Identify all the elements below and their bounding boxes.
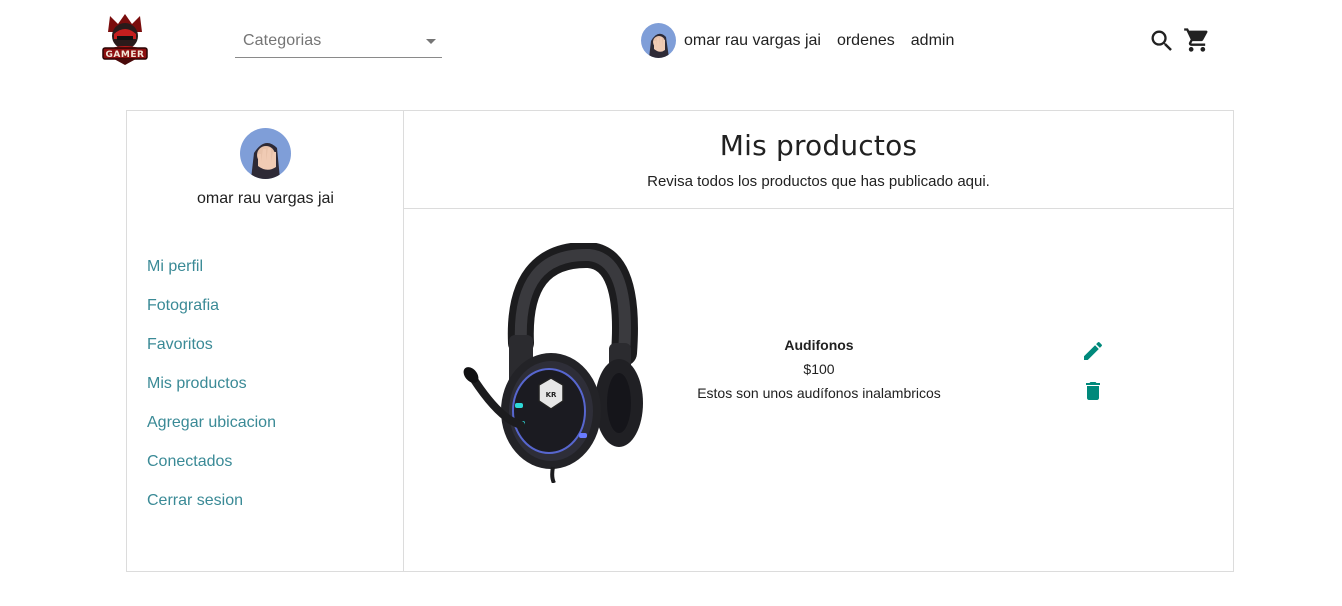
category-select-placeholder: Categorias xyxy=(243,32,322,49)
trash-icon[interactable] xyxy=(1081,379,1105,403)
search-icon[interactable] xyxy=(1148,27,1176,55)
sidebar: omar rau vargas jai Mi perfil Fotografia… xyxy=(127,111,404,571)
main-content: Mis productos Revisa todos los productos… xyxy=(404,111,1233,571)
avatar[interactable] xyxy=(641,23,676,58)
product-price: $100 xyxy=(803,361,835,377)
sidebar-item-conectados[interactable]: Conectados xyxy=(147,451,276,490)
sidebar-item-favoritos[interactable]: Favoritos xyxy=(147,334,276,373)
product-info: Audifonos $100 Estos son unos audífonos … xyxy=(634,337,1004,401)
product-description: Estos son unos audífonos inalambricos xyxy=(697,385,941,401)
product-image: KR xyxy=(459,241,649,484)
category-select[interactable]: Categorias xyxy=(235,26,442,58)
pencil-icon[interactable] xyxy=(1081,339,1105,363)
page-title: Mis productos xyxy=(719,129,918,162)
sidebar-item-agregar-ubicacion[interactable]: Agregar ubicacion xyxy=(147,412,276,451)
admin-link[interactable]: admin xyxy=(911,32,955,50)
shopping-cart-icon[interactable] xyxy=(1183,26,1211,54)
user-name-link[interactable]: omar rau vargas jai xyxy=(684,32,821,50)
gamer-logo[interactable]: GAMER xyxy=(100,12,150,66)
product-name: Audifonos xyxy=(784,337,854,353)
svg-text:KR: KR xyxy=(546,391,557,399)
page-subtitle: Revisa todos los productos que has publi… xyxy=(647,173,990,190)
section-header: Mis productos Revisa todos los productos… xyxy=(404,111,1233,209)
orders-link[interactable]: ordenes xyxy=(837,32,895,50)
sidebar-item-fotografia[interactable]: Fotografia xyxy=(147,295,276,334)
sidebar-item-mis-productos[interactable]: Mis productos xyxy=(147,373,276,412)
sidebar-item-cerrar-sesion[interactable]: Cerrar sesion xyxy=(147,490,276,529)
profile-avatar xyxy=(240,128,291,179)
top-nav: omar rau vargas jai ordenes admin xyxy=(641,23,970,58)
profile-card: omar rau vargas jai Mi perfil Fotografia… xyxy=(126,110,1234,572)
svg-text:GAMER: GAMER xyxy=(106,50,145,60)
chevron-down-icon xyxy=(426,39,436,44)
sidebar-menu: Mi perfil Fotografia Favoritos Mis produ… xyxy=(147,256,276,529)
profile-user-name: omar rau vargas jai xyxy=(197,190,334,207)
sidebar-item-mi-perfil[interactable]: Mi perfil xyxy=(147,256,276,295)
